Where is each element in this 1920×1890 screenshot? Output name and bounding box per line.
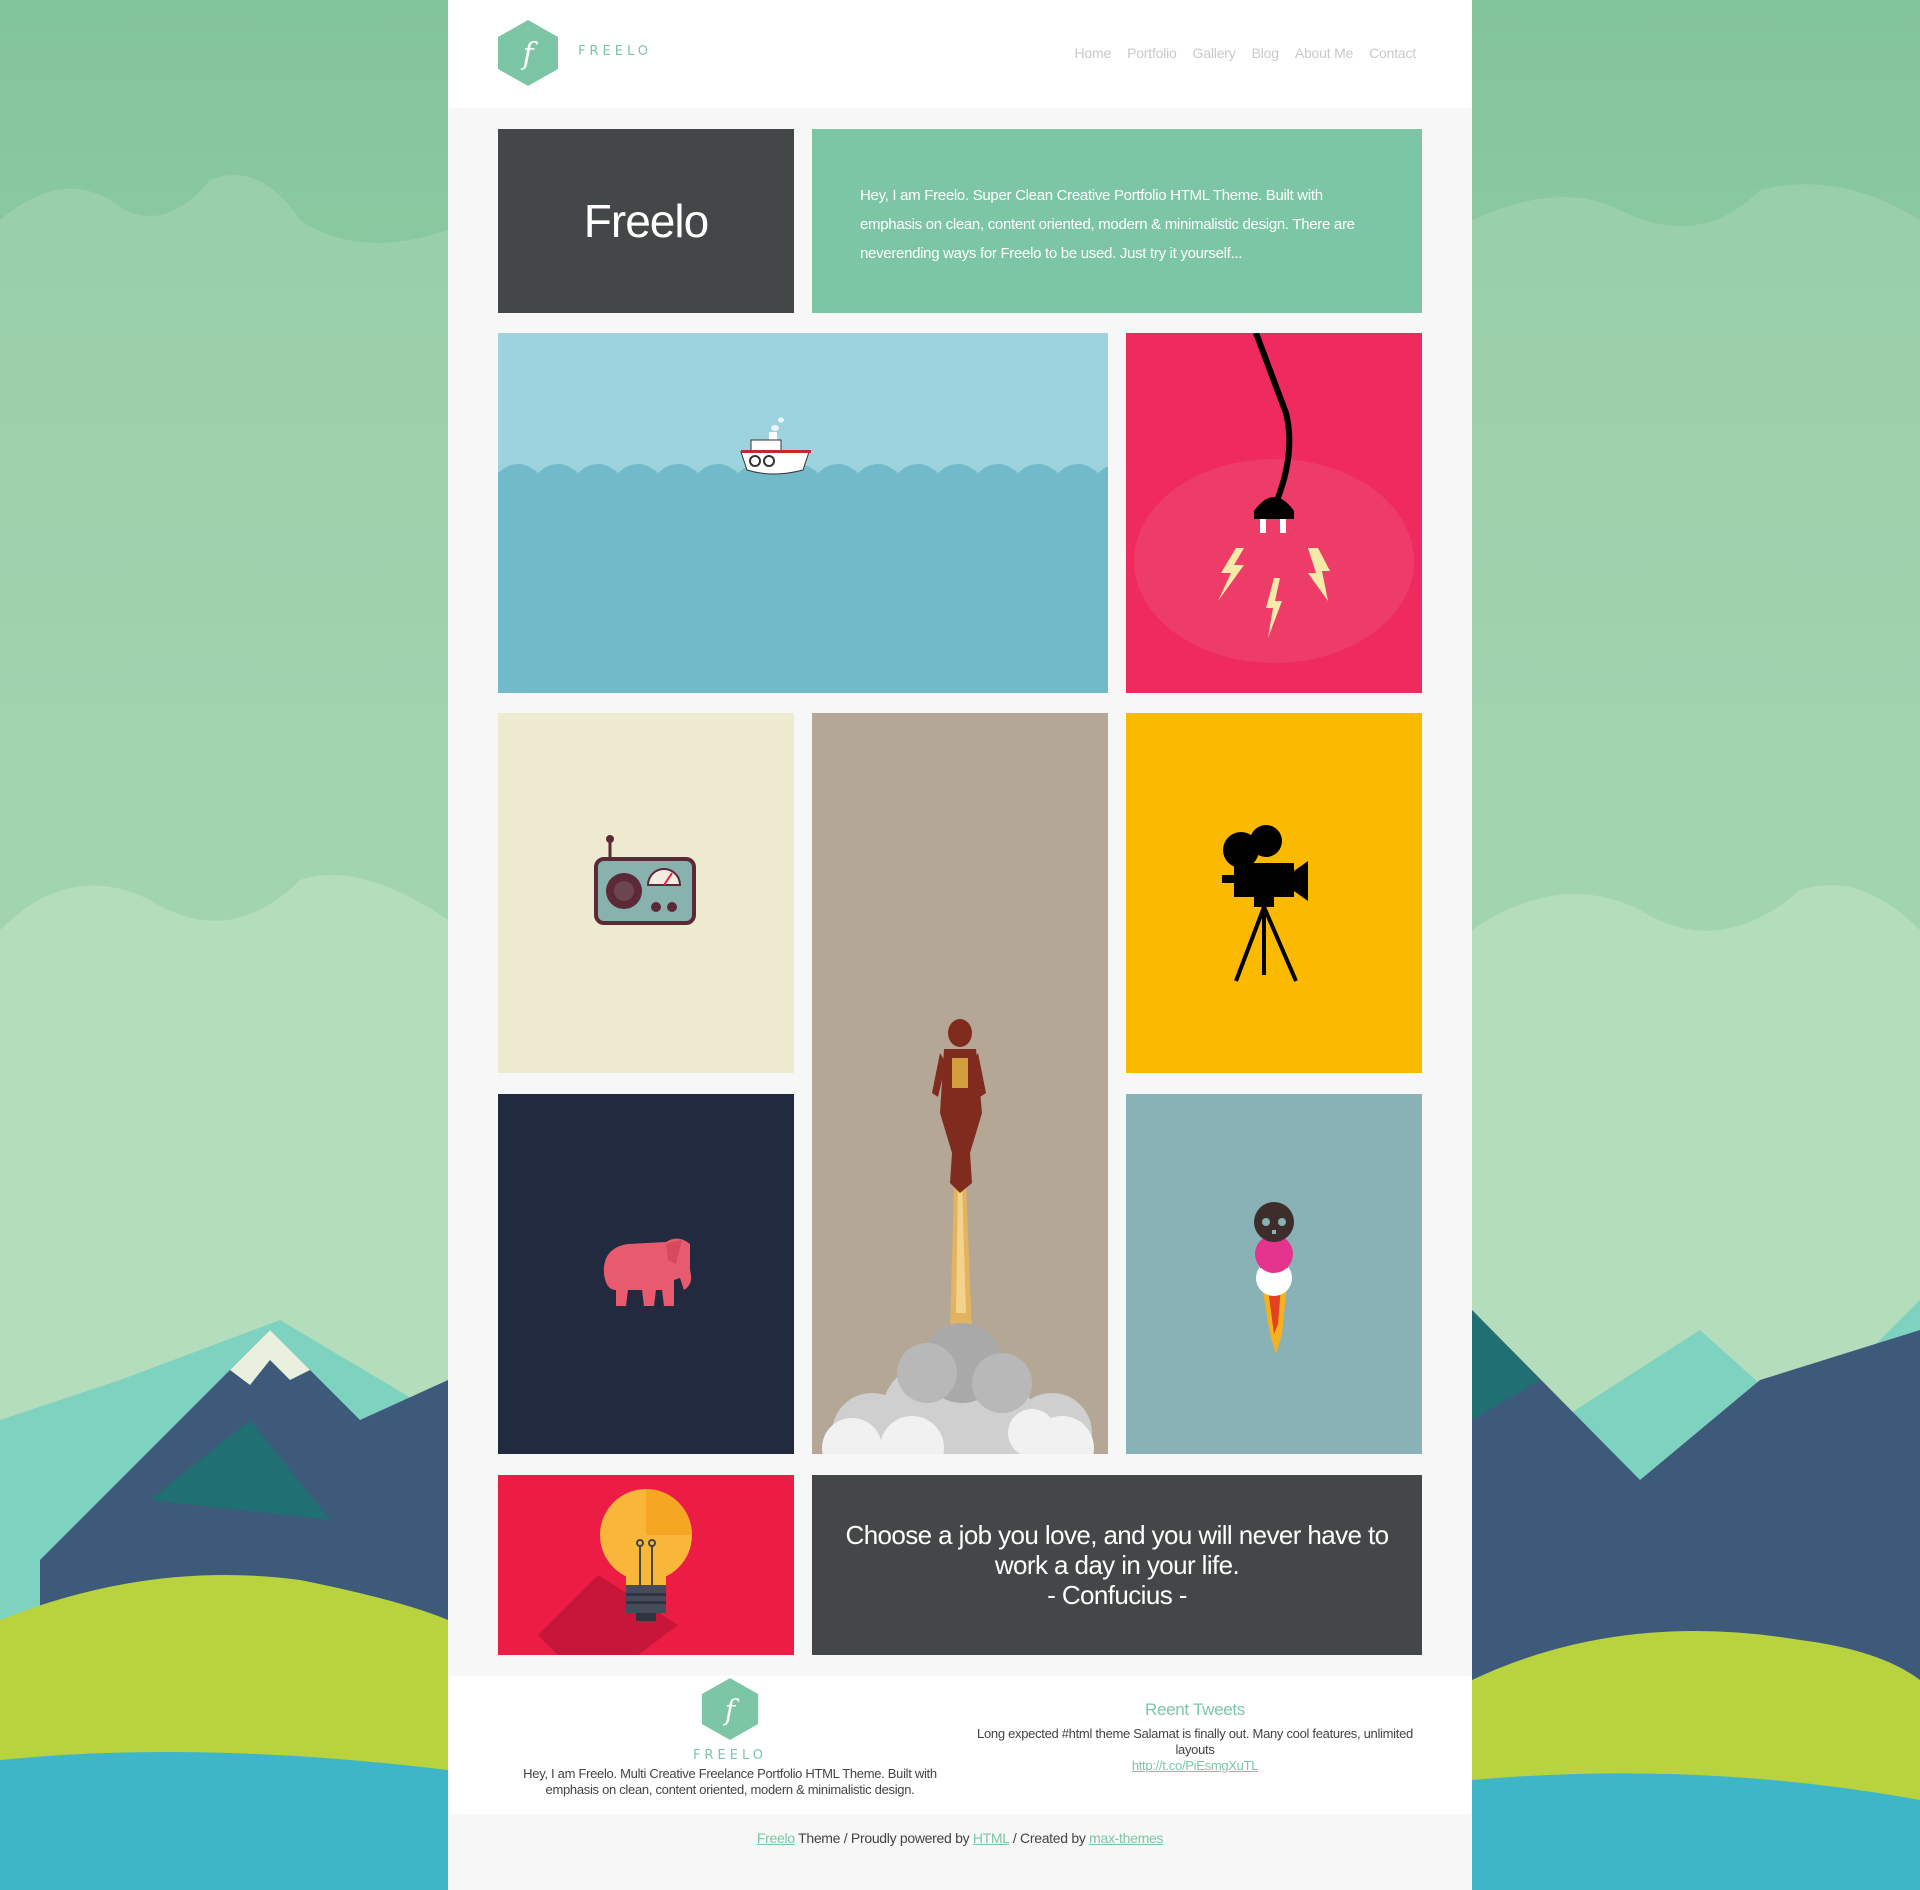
rocket-man-icon: [822, 1019, 1094, 1454]
main-nav: Home Portfolio Gallery Blog About Me Con…: [1075, 45, 1417, 61]
nav-home[interactable]: Home: [1075, 45, 1112, 61]
quote-tile: Choose a job you love, and you will neve…: [812, 1475, 1422, 1655]
nav-contact[interactable]: Contact: [1369, 45, 1416, 61]
hexagon-logo-icon[interactable]: f: [496, 18, 560, 88]
credits-html-link[interactable]: HTML: [973, 1830, 1010, 1846]
portfolio-item-lightbulb[interactable]: [498, 1475, 794, 1655]
quote-author: - Confucius -: [1047, 1580, 1187, 1610]
site-footer: f FREELO Hey, I am Freelo. Multi Creativ…: [448, 1676, 1472, 1814]
portfolio-item-skull-rocket[interactable]: [1126, 1094, 1422, 1454]
portfolio-item-film-camera[interactable]: [1126, 713, 1422, 1073]
boat-icon: [498, 417, 1108, 693]
footer-hexagon-logo-icon[interactable]: f: [700, 1676, 760, 1742]
plug-icon: [1134, 333, 1414, 663]
footer-description: Hey, I am Freelo. Multi Creative Freelan…: [523, 1766, 937, 1797]
page-column: f FREELO Home Portfolio Gallery Blog Abo…: [448, 0, 1472, 1890]
credits-text-2: / Created by: [1009, 1830, 1090, 1846]
site-header: f FREELO Home Portfolio Gallery Blog Abo…: [448, 0, 1472, 108]
nav-portfolio[interactable]: Portfolio: [1127, 45, 1177, 61]
hero-title-tile: Freelo: [498, 129, 794, 313]
elephant-icon: [603, 1238, 692, 1306]
lightbulb-icon: [538, 1489, 692, 1655]
nav-blog[interactable]: Blog: [1252, 45, 1279, 61]
radio-icon: [594, 835, 696, 925]
brand-name[interactable]: FREELO: [578, 44, 652, 59]
nav-gallery[interactable]: Gallery: [1193, 45, 1236, 61]
hero-intro: Hey, I am Freelo. Super Clean Creative P…: [860, 187, 1355, 262]
footer-brand-name: FREELO: [693, 1748, 767, 1763]
credits-theme-link[interactable]: Freelo: [757, 1830, 795, 1846]
hero-intro-tile: Hey, I am Freelo. Super Clean Creative P…: [812, 129, 1422, 313]
portfolio-item-plug[interactable]: [1126, 333, 1422, 693]
hero-title: Freelo: [583, 195, 709, 247]
portfolio-item-boat[interactable]: [498, 333, 1108, 693]
quote-text: Choose a job you love, and you will neve…: [845, 1520, 1390, 1580]
recent-tweets: Reent Tweets Long expected #html theme S…: [970, 1700, 1420, 1773]
credits-text-1: Theme / Proudly powered by: [794, 1830, 973, 1846]
film-camera-icon: [1222, 825, 1308, 982]
credits: Freelo Theme / Proudly powered by HTML /…: [448, 1830, 1472, 1846]
tweets-title: Reent Tweets: [1144, 1700, 1246, 1719]
nav-about-me[interactable]: About Me: [1295, 45, 1354, 61]
tweet-link[interactable]: http://t.co/PiEsmgXuTL: [970, 1758, 1420, 1773]
portfolio-item-elephant[interactable]: [498, 1094, 794, 1454]
tweet-text: Long expected #html theme Salamat is fin…: [977, 1726, 1413, 1757]
portfolio-item-rocket-man[interactable]: [812, 713, 1108, 1454]
credits-author-link[interactable]: max-themes: [1089, 1830, 1163, 1846]
quote: Choose a job you love, and you will neve…: [842, 1520, 1392, 1610]
skull-rocket-icon: [1254, 1202, 1294, 1354]
portfolio-item-radio[interactable]: [498, 713, 794, 1073]
